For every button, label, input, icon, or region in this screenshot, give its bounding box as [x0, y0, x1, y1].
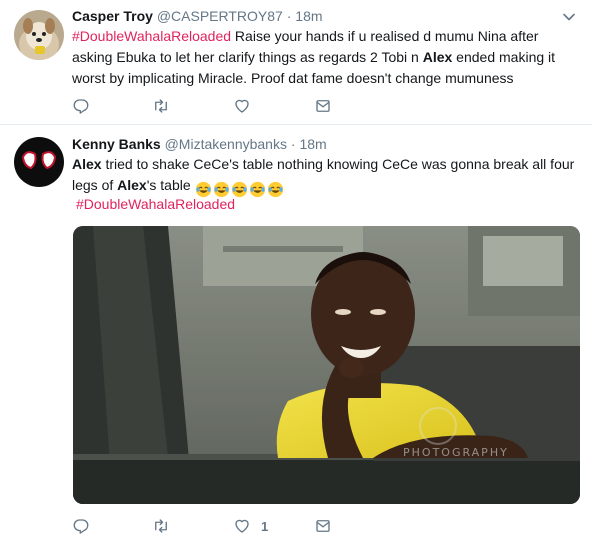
reply-button[interactable]	[72, 516, 90, 536]
meta-separator: ·	[286, 136, 300, 152]
text-highlight: Alex	[422, 49, 453, 65]
direct-message-button[interactable]	[314, 96, 332, 116]
laughing-emoji-icon	[249, 181, 265, 197]
photo-watermark: PHOTOGRAPHY	[403, 446, 509, 459]
laughing-emoji-icon	[267, 181, 283, 197]
photo-man-in-car: PHOTOGRAPHY	[73, 226, 580, 504]
direct-message-icon	[316, 100, 330, 112]
author-name[interactable]: Kenny Banks	[72, 136, 161, 152]
avatar-spider-mask-image	[14, 137, 64, 187]
retweet-button[interactable]	[152, 516, 170, 536]
direct-message-icon	[316, 520, 330, 532]
hashtag-link[interactable]: #DoubleWahalaReloaded	[76, 196, 235, 212]
tweet-header: Casper Troy @CASPERTROY87 · 18m	[72, 7, 323, 25]
tweet-photo[interactable]: PHOTOGRAPHY	[73, 226, 580, 504]
tweet[interactable]: Casper Troy @CASPERTROY87 · 18m #DoubleW…	[0, 0, 592, 125]
like-icon	[235, 519, 249, 533]
chevron-down-icon[interactable]	[562, 10, 576, 24]
direct-message-button[interactable]	[314, 516, 332, 536]
timestamp[interactable]: 18m	[295, 8, 322, 24]
tweet-text: Alex tried to shake CeCe's table nothing…	[72, 154, 580, 199]
avatar[interactable]	[14, 137, 64, 187]
timestamp[interactable]: 18m	[299, 136, 326, 152]
tweet-header: Kenny Banks @Miztakennybanks · 18m	[72, 135, 327, 153]
reply-icon	[73, 519, 89, 534]
like-button[interactable]	[233, 96, 251, 116]
retweet-icon	[155, 519, 167, 533]
retweet-icon	[155, 99, 167, 113]
author-handle[interactable]: @CASPERTROY87	[157, 8, 283, 24]
tweet-actions: 1	[72, 516, 372, 536]
like-button[interactable]: 1	[233, 516, 268, 536]
text-highlight: Alex	[117, 177, 147, 193]
text-segment: 's table	[146, 177, 195, 193]
retweet-button[interactable]	[152, 96, 170, 116]
avatar[interactable]	[14, 10, 64, 60]
author-handle[interactable]: @Miztakennybanks	[165, 136, 287, 152]
meta-separator: ·	[282, 8, 296, 24]
tweet-actions	[72, 96, 372, 116]
like-count: 1	[261, 518, 269, 534]
tweet[interactable]: Kenny Banks @Miztakennybanks · 18m Alex …	[0, 126, 592, 539]
avatar-dog-image	[14, 10, 64, 60]
tweet-text: #DoubleWahalaReloaded Raise your hands i…	[72, 26, 580, 89]
text-highlight: Alex	[72, 156, 102, 172]
hashtag-link[interactable]: #DoubleWahalaReloaded	[72, 28, 231, 44]
like-icon	[235, 99, 249, 113]
reply-icon	[73, 99, 89, 114]
reply-button[interactable]	[72, 96, 90, 116]
author-name[interactable]: Casper Troy	[72, 8, 153, 24]
